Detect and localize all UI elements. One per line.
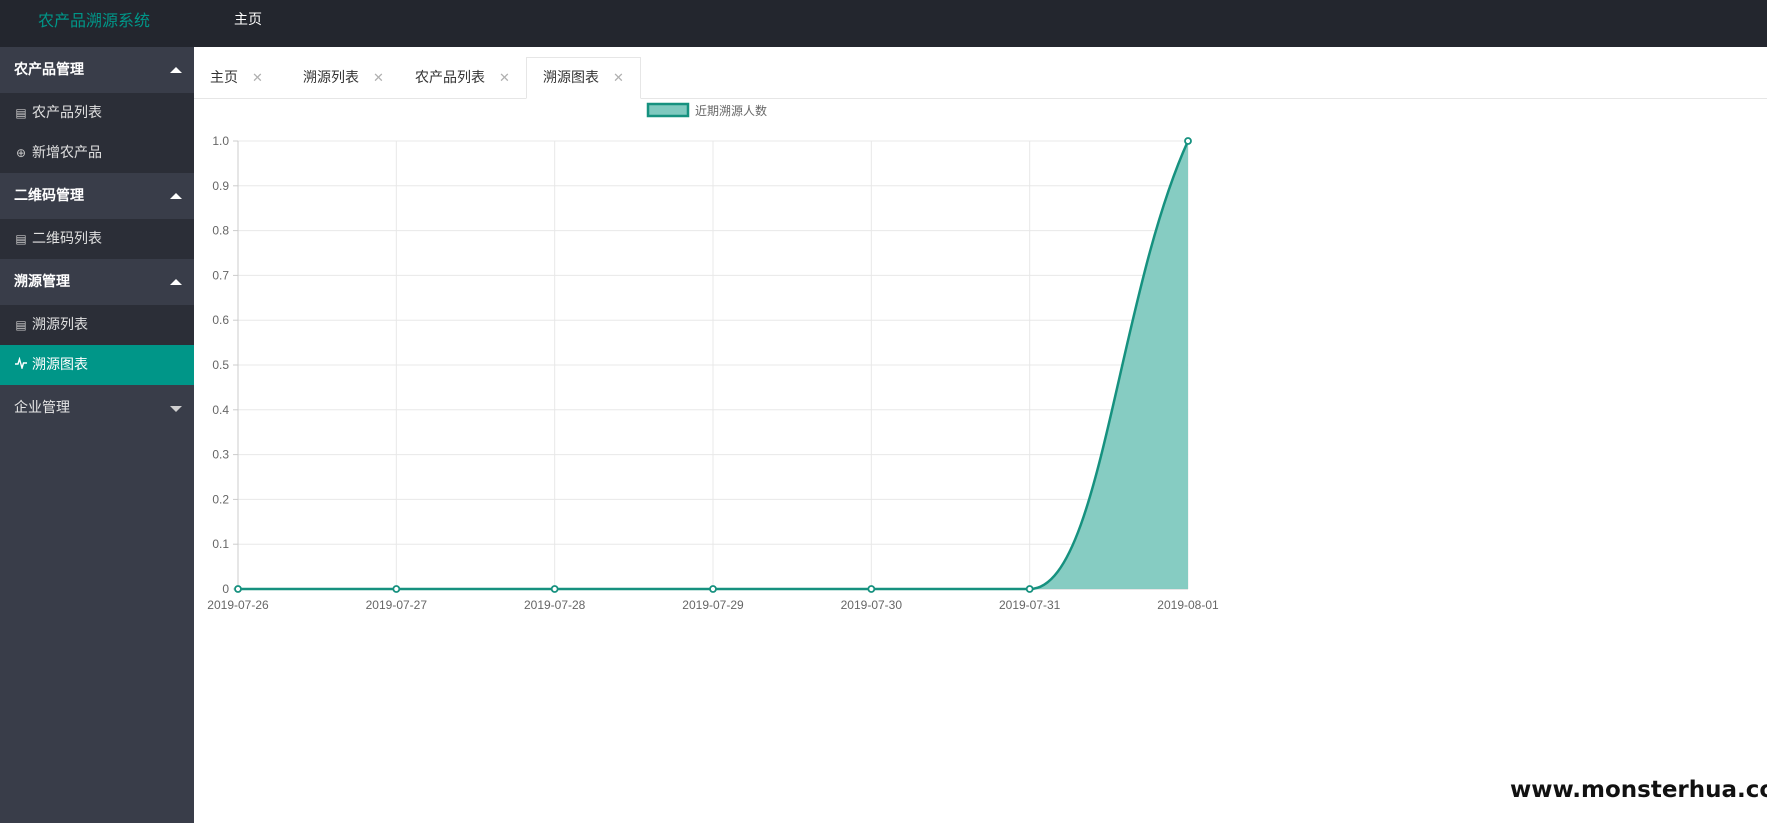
y-tick-label: 0.6 [212, 313, 229, 327]
data-point [1025, 585, 1034, 593]
sidebar-group-label: 二维码管理 [14, 188, 84, 204]
y-tick-label: 0.4 [212, 403, 229, 417]
y-tick-label: 0.5 [212, 358, 229, 372]
x-tick-label: 2019-07-31 [999, 598, 1061, 612]
close-icon[interactable]: ✕ [373, 71, 384, 86]
sidebar-group-label: 溯源管理 [14, 274, 70, 290]
sidebar-group-qrcode[interactable]: 二维码管理 [0, 173, 194, 219]
sidebar-item-trace-list[interactable]: ▤ 溯源列表 [0, 305, 194, 345]
pulse-icon [14, 345, 28, 385]
y-tick-label: 0.1 [212, 537, 229, 551]
sidebar-submenu-products: ▤ 农产品列表 ⊕ 新增农产品 [0, 93, 194, 173]
x-tick-label: 2019-07-28 [524, 598, 586, 612]
y-tick-label: 0.3 [212, 448, 229, 462]
close-icon[interactable]: ✕ [613, 71, 624, 86]
sidebar-item-trace-chart[interactable]: 溯源图表 [0, 345, 194, 385]
tab-product-list[interactable]: 农产品列表 ✕ [399, 58, 526, 98]
sidebar-item-label: 溯源图表 [32, 357, 88, 373]
legend-label: 近期溯源人数 [695, 103, 767, 118]
caret-up-icon [170, 193, 182, 199]
y-tick-label: 0.9 [212, 179, 229, 193]
caret-up-icon [170, 67, 182, 73]
close-icon[interactable]: ✕ [499, 71, 510, 86]
sidebar-item-product-list[interactable]: ▤ 农产品列表 [0, 93, 194, 133]
sidebar-group-products[interactable]: 农产品管理 [0, 47, 194, 93]
data-point [709, 585, 717, 593]
tab-trace-list[interactable]: 溯源列表 ✕ [287, 58, 400, 98]
sidebar-item-label: 农产品列表 [32, 105, 102, 121]
legend-swatch [646, 102, 690, 118]
y-tick-label: 0.8 [212, 224, 229, 238]
document-icon: ▤ [15, 318, 27, 332]
y-tick-label: 0.7 [212, 268, 229, 282]
y-tick-label: 0 [222, 582, 229, 596]
tab-home[interactable]: 主页 ✕ [194, 58, 279, 98]
tab-label: 农产品列表 [415, 70, 485, 86]
x-tick-label: 2019-07-29 [682, 598, 744, 612]
tab-label: 溯源图表 [543, 70, 599, 86]
sidebar-item-qrcode-list[interactable]: ▤ 二维码列表 [0, 219, 194, 259]
data-point [550, 585, 559, 593]
sidebar-group-label: 农产品管理 [14, 62, 84, 78]
data-point [234, 585, 242, 593]
sidebar-item-label: 溯源列表 [32, 317, 88, 333]
y-tick-label: 0.2 [212, 492, 229, 506]
sidebar-item-label: 二维码列表 [32, 231, 102, 247]
document-icon: ▤ [15, 232, 27, 246]
sidebar-group-enterprise[interactable]: 企业管理 [0, 385, 194, 431]
y-tick-label: 1.0 [212, 134, 229, 148]
tab-trace-chart[interactable]: 溯源图表 ✕ [526, 57, 641, 99]
sidebar-item-add-product[interactable]: ⊕ 新增农产品 [0, 133, 194, 173]
tab-label: 溯源列表 [303, 70, 359, 86]
sidebar-group-trace[interactable]: 溯源管理 [0, 259, 194, 305]
close-icon[interactable]: ✕ [252, 71, 263, 86]
top-nav-home[interactable]: 主页 [234, 9, 262, 29]
data-point [1184, 137, 1192, 145]
document-icon: ▤ [15, 106, 27, 120]
top-header: 农产品溯源系统 主页 [0, 0, 1767, 47]
tab-bar: 主页 ✕ 溯源列表 ✕ 农产品列表 ✕ 溯源图表 ✕ [194, 47, 1767, 99]
plus-circle-icon: ⊕ [15, 146, 27, 160]
x-tick-label: 2019-08-01 [1157, 598, 1219, 612]
sidebar: 农产品管理 ▤ 农产品列表 ⊕ 新增农产品 二维码管理 ▤ 二维码列表 溯源管理… [0, 47, 194, 823]
tab-label: 主页 [210, 70, 238, 86]
data-point [392, 585, 401, 593]
trace-chart: 0 0.1 0.2 0.3 0.4 0.5 0.6 0.7 0.8 0.9 1.0 2019-07-2… [194, 99, 1294, 639]
sidebar-submenu-trace: ▤ 溯源列表 溯源图表 [0, 305, 194, 385]
watermark: www.monsterhua.com [1510, 777, 1767, 803]
sidebar-group-label: 企业管理 [14, 400, 70, 416]
sidebar-submenu-qrcode: ▤ 二维码列表 [0, 219, 194, 259]
caret-down-icon [170, 406, 182, 412]
trace-chart-svg: 0 0.1 0.2 0.3 0.4 0.5 0.6 0.7 0.8 0.9 1.0 2019-07-2… [207, 102, 1219, 612]
caret-up-icon [170, 279, 182, 285]
x-tick-label: 2019-07-26 [207, 598, 269, 612]
app-logo-title[interactable]: 农产品溯源系统 [38, 7, 150, 31]
x-tick-label: 2019-07-27 [366, 598, 428, 612]
x-tick-label: 2019-07-30 [841, 598, 903, 612]
sidebar-item-label: 新增农产品 [32, 145, 102, 161]
data-point [867, 585, 876, 593]
